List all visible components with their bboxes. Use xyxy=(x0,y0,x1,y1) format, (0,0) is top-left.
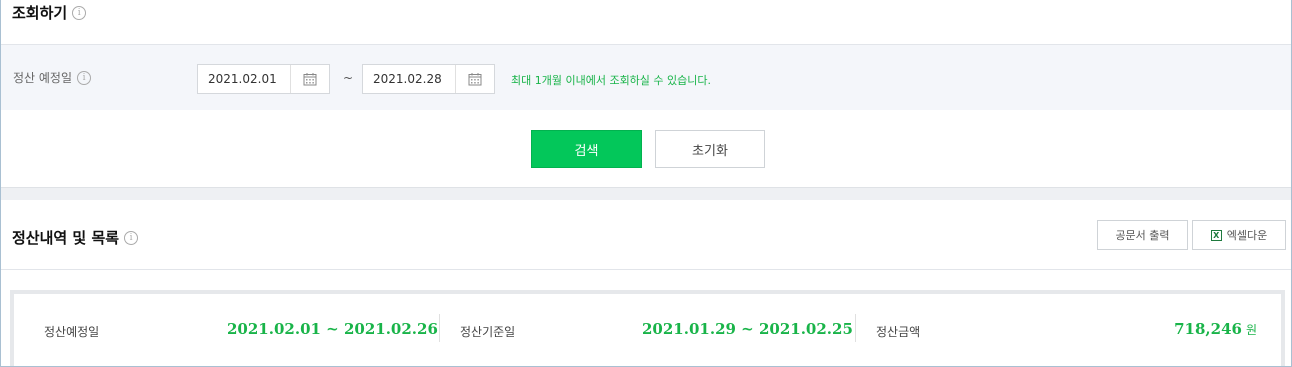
info-icon[interactable]: i xyxy=(72,5,87,20)
filter-label-text: 정산 예정일 xyxy=(13,71,73,85)
search-button[interactable]: 검색 xyxy=(531,130,642,168)
list-section-title: 정산내역 및 목록 i xyxy=(12,227,139,248)
excel-download-label: 엑셀다운 xyxy=(1226,229,1268,242)
search-section-title-text: 조회하기 xyxy=(12,4,68,22)
print-document-label: 공문서 출력 xyxy=(1115,229,1170,242)
date-range-separator: ~ xyxy=(343,71,354,85)
reset-button[interactable]: 초기화 xyxy=(655,130,765,168)
amount-value: 718,246 xyxy=(1174,320,1242,338)
summary-separator xyxy=(439,314,440,342)
amount-label: 정산금액 xyxy=(876,325,921,339)
scheduled-date-label: 정산예정일 xyxy=(44,325,100,339)
section-divider-band xyxy=(1,187,1291,200)
base-date-value: 2021.01.29 ~ 2021.02.25 xyxy=(642,320,853,338)
start-date-field[interactable]: 2021.02.01 xyxy=(197,64,330,94)
excel-icon: X xyxy=(1210,229,1222,241)
scheduled-date-value: 2021.02.01 ~ 2021.02.26 xyxy=(227,320,438,338)
info-icon[interactable]: i xyxy=(77,70,92,85)
summary-separator xyxy=(855,314,856,342)
filter-row: 정산 예정일 i 2021.02.01 ~ 2021.02.28 최대 1개월 … xyxy=(1,44,1291,110)
list-header-divider xyxy=(1,269,1291,270)
print-document-button[interactable]: 공문서 출력 xyxy=(1097,220,1188,250)
end-date-value[interactable]: 2021.02.28 xyxy=(363,65,456,93)
amount-unit: 원 xyxy=(1245,323,1257,337)
end-date-field[interactable]: 2021.02.28 xyxy=(362,64,495,94)
calendar-icon[interactable] xyxy=(456,65,494,93)
amount-value-group: 718,246 원 xyxy=(1174,320,1257,338)
search-section-title: 조회하기 i xyxy=(12,2,87,23)
info-icon[interactable]: i xyxy=(124,230,139,245)
calendar-icon[interactable] xyxy=(291,65,329,93)
settlement-summary: 정산예정일 2021.02.01 ~ 2021.02.26 정산기준일 2021… xyxy=(10,290,1285,366)
date-range-hint: 최대 1개월 이내에서 조회하실 수 있습니다. xyxy=(511,74,712,87)
excel-download-button[interactable]: X 엑셀다운 xyxy=(1192,220,1286,250)
settlement-panel: 조회하기 i 정산 예정일 i 2021.02.01 ~ 2021.02.28 … xyxy=(0,0,1292,367)
start-date-value[interactable]: 2021.02.01 xyxy=(198,65,291,93)
filter-label: 정산 예정일 i xyxy=(13,69,92,86)
list-section-title-text: 정산내역 및 목록 xyxy=(12,229,120,247)
base-date-label: 정산기준일 xyxy=(460,325,516,339)
